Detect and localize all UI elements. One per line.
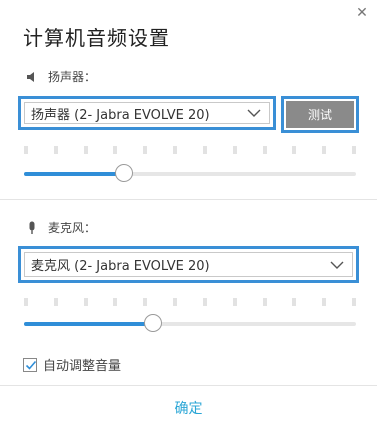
- auto-adjust-checkbox[interactable]: [23, 357, 37, 372]
- speaker-level-meter: [24, 146, 356, 154]
- microphone-select[interactable]: 麦克风 (2- Jabra EVOLVE 20): [18, 246, 359, 283]
- microphone-label: 麦克风：: [48, 221, 97, 235]
- ok-button[interactable]: 确定: [0, 398, 377, 418]
- microphone-icon: [24, 220, 40, 236]
- speaker-section-label: 扬声器：: [24, 68, 96, 85]
- microphone-section-label: 麦克风：: [24, 219, 96, 236]
- checkmark-icon: [25, 360, 37, 370]
- test-button-frame: 测试: [281, 96, 359, 133]
- speaker-label: 扬声器：: [48, 70, 97, 84]
- microphone-volume-thumb[interactable]: [144, 314, 163, 332]
- auto-adjust-volume-option[interactable]: 自动调整音量: [23, 355, 121, 374]
- microphone-volume-fill: [24, 322, 154, 326]
- microphone-level-meter: [24, 298, 356, 306]
- close-icon[interactable]: ✕: [353, 4, 371, 22]
- speaker-select[interactable]: 扬声器 (2- Jabra EVOLVE 20): [18, 96, 276, 130]
- speaker-volume-thumb[interactable]: [114, 164, 133, 182]
- auto-adjust-label: 自动调整音量: [43, 359, 122, 374]
- dialog-title: 计算机音频设置: [23, 26, 170, 50]
- footer-divider: [0, 385, 377, 386]
- chevron-down-icon: [330, 261, 344, 269]
- microphone-volume-slider[interactable]: [24, 314, 356, 334]
- divider: [0, 199, 377, 200]
- speaker-volume-slider[interactable]: [24, 164, 356, 184]
- speaker-icon: [24, 69, 40, 85]
- chevron-down-icon: [247, 109, 261, 117]
- test-button[interactable]: 测试: [286, 101, 354, 128]
- microphone-select-value: 麦克风 (2- Jabra EVOLVE 20): [31, 259, 210, 274]
- audio-settings-dialog: ✕ 计算机音频设置 扬声器： 扬声器 (2- Jabra EVOLVE 20) …: [0, 0, 377, 431]
- speaker-volume-fill: [24, 172, 124, 176]
- speaker-select-value: 扬声器 (2- Jabra EVOLVE 20): [31, 107, 210, 123]
